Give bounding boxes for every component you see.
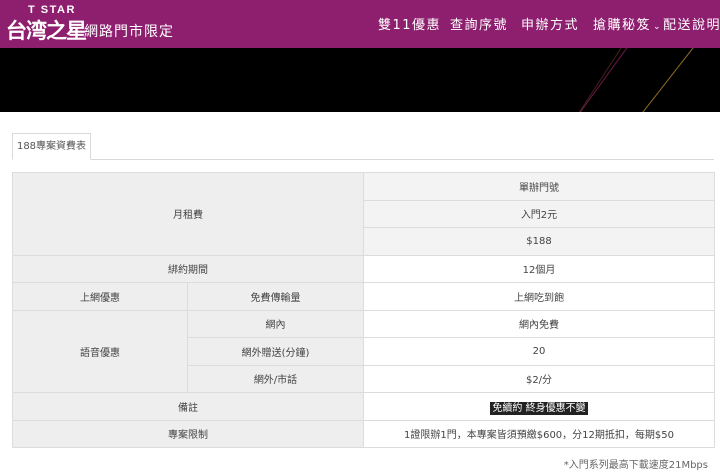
- contract-value: 12個月: [363, 254, 715, 283]
- plan-limit-value: 1證限辦1門，本專案皆須預繳$600，分12期抵扣，每期$50: [363, 419, 715, 448]
- tab-bar: 188專案資費表: [12, 133, 714, 160]
- on-net-value: 網內免費: [363, 309, 715, 338]
- plan-limit-label: 專案限制: [12, 419, 364, 448]
- table-row: 備註 免續約 終身優惠不變: [12, 392, 715, 421]
- off-net-landline-value: $2/分: [363, 364, 715, 393]
- table-row: 上網優惠 免費傳輸量 上網吃到飽: [12, 282, 715, 311]
- nav-apply-method[interactable]: 申辦方式: [521, 14, 579, 33]
- online-store-label: 網路門市限定: [84, 24, 174, 40]
- off-net-landline-label: 網外/市話: [187, 364, 364, 393]
- on-net-label: 網內: [187, 309, 364, 338]
- table-row: 綁約期間 12個月: [12, 254, 715, 283]
- nav-delivery-info[interactable]: 配送說明: [663, 14, 720, 33]
- table-row: 專案限制 1證限辦1門，本專案皆須預繳$600，分12期抵扣，每期$50: [12, 419, 715, 448]
- plan-rate-table: 月租費 單辦門號 入門2元 $188 綁約期間 12個月 上網優惠 免費傳輸量 …: [12, 172, 715, 448]
- entry-price: 入門2元: [363, 199, 715, 228]
- logo-brand-name: 台湾之星: [6, 19, 87, 43]
- nav-double11-offer[interactable]: 雙11優惠: [378, 14, 441, 33]
- plan-name: 單辦門號: [363, 172, 715, 201]
- site-header: T STAR 台湾之星 網路門市限定 雙11優惠 查詢序號 申辦方式 搶購秘笈 ⌄…: [0, 0, 720, 48]
- hero-banner: [0, 48, 720, 112]
- data-offer-label: 上網優惠: [12, 282, 188, 311]
- banner-gold-streak: [621, 48, 709, 112]
- nav-purchase-tips[interactable]: 搶購秘笈 ⌄: [593, 14, 662, 33]
- table-row: 月租費 單辦門號: [12, 172, 715, 256]
- monthly-fee-label: 月租費: [12, 172, 364, 256]
- tstar-logo[interactable]: T STAR 台湾之星: [6, 4, 87, 44]
- nav-purchase-tips-label: 搶購秘笈: [593, 18, 652, 33]
- contract-label: 綁約期間: [12, 254, 364, 283]
- speed-footnote: *入門系列最高下載速度21Mbps: [563, 460, 708, 471]
- off-net-free-minutes-label: 網外贈送(分鐘): [187, 337, 364, 366]
- note-label: 備註: [12, 392, 364, 421]
- table-row: 語音優惠 網內 網內免費: [12, 309, 715, 393]
- voice-offer-label: 語音優惠: [12, 309, 188, 393]
- note-value-cell: 免續約 終身優惠不變: [363, 392, 715, 421]
- nav-check-serial[interactable]: 查詢序號: [450, 14, 508, 33]
- off-net-free-minutes-value: 20: [363, 337, 715, 366]
- monthly-price: $188: [363, 227, 715, 256]
- banner-magenta-streak: [565, 48, 649, 112]
- free-data-label: 免費傳輸量: [187, 282, 364, 311]
- note-highlight: 免續約 終身優惠不變: [490, 401, 588, 415]
- free-data-value: 上網吃到飽: [363, 282, 715, 311]
- tab-188-plan[interactable]: 188專案資費表: [12, 133, 91, 160]
- chevron-down-icon: ⌄: [653, 22, 663, 32]
